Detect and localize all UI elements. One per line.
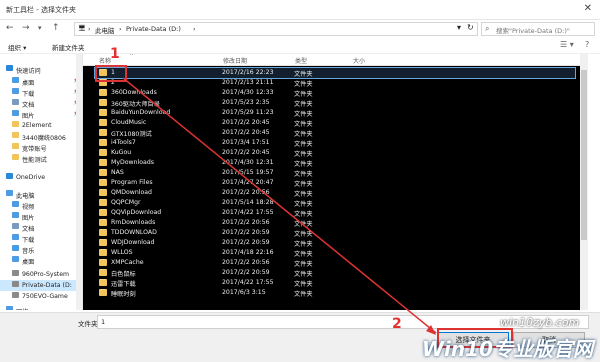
watermark-title: Win10专业版官网 [422, 337, 593, 361]
watermark-url: win10zyb.com [500, 316, 580, 329]
folder-picker-dialog: 新工具栏 - 选择文件夹 ✕ ← → ▾ ↑ 🖥 › 此电脑 › Private… [0, 0, 600, 362]
annotation-arrow [122, 77, 437, 335]
